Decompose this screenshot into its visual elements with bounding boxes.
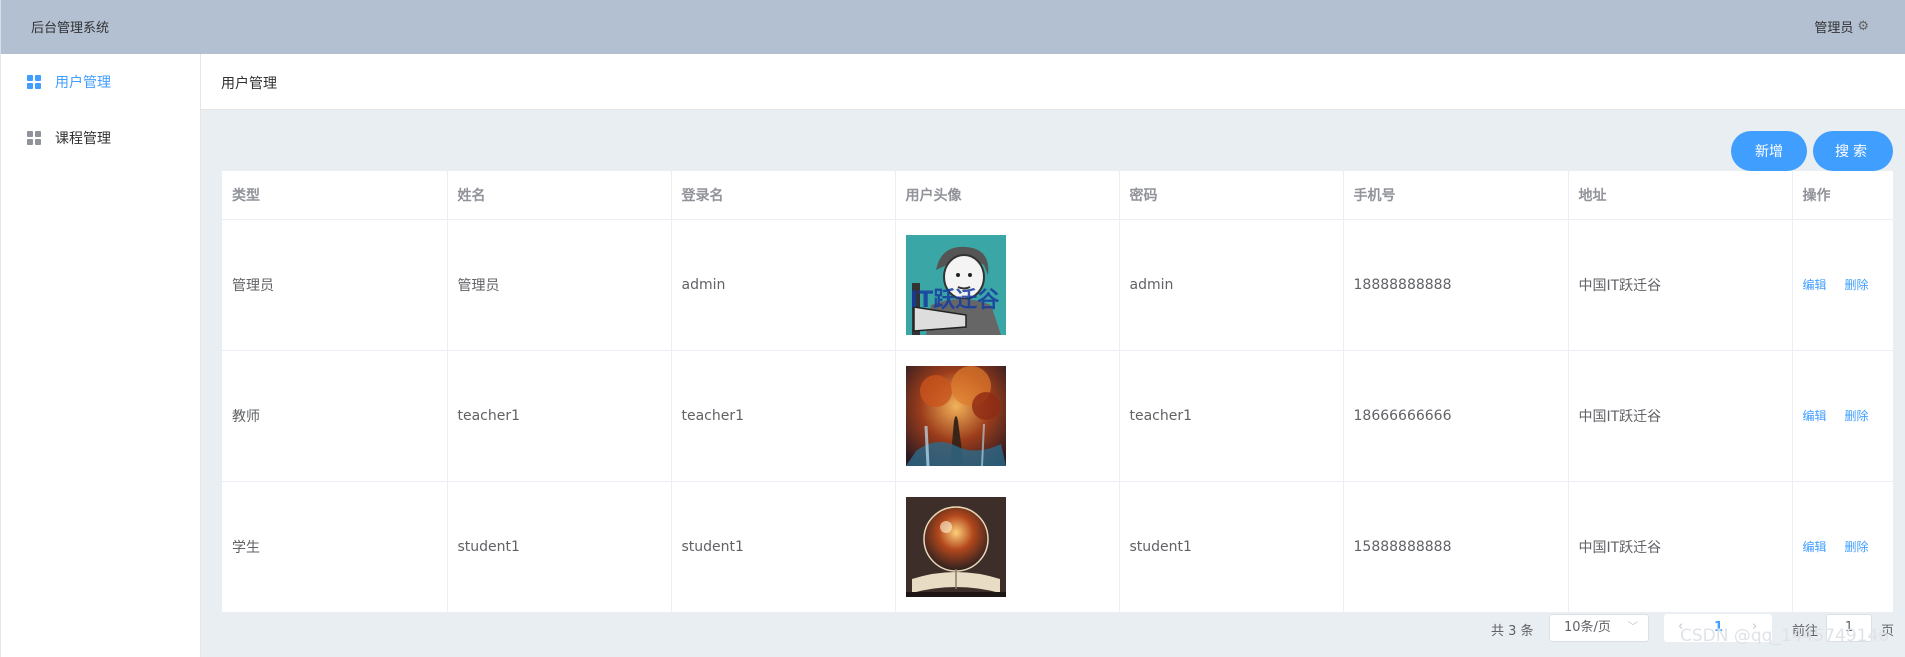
main-content: 用户管理 新增 搜索 类型 姓名 登录名 用户头像 密码 手机号 地址 操作 管… — [201, 54, 1905, 657]
grid-icon — [27, 131, 41, 145]
cell-login: student1 — [671, 481, 896, 613]
cell-type: 管理员 — [222, 219, 448, 351]
column-header-type: 类型 — [222, 171, 448, 220]
cell-actions: 编辑 删除 — [1792, 481, 1893, 613]
delete-link[interactable]: 删除 — [1845, 409, 1869, 423]
cell-address: 中国IT跃迁谷 — [1568, 350, 1793, 482]
table-row: 学生 student1 student1 student1 1588888888… — [222, 481, 1893, 613]
cell-password: admin — [1119, 219, 1344, 351]
delete-link[interactable]: 删除 — [1845, 278, 1869, 292]
svg-text:IT跃迁谷: IT跃迁谷 — [910, 288, 1000, 313]
delete-link[interactable]: 删除 — [1845, 540, 1869, 554]
sidebar: 用户管理 课程管理 — [0, 54, 201, 657]
table-row: 教师 teacher1 teacher1 teacher1 1866666666… — [222, 350, 1893, 482]
cell-avatar — [895, 481, 1120, 613]
page-size-value: 10条/页 — [1564, 620, 1611, 635]
cell-actions: 编辑 删除 — [1792, 350, 1893, 482]
search-button[interactable]: 搜索 — [1813, 131, 1893, 171]
user-menu[interactable]: 管理员 ⚙ — [1814, 17, 1869, 36]
breadcrumb: 用户管理 — [201, 54, 1905, 110]
cartoon-avatar-image: IT跃迁谷 — [905, 234, 1006, 335]
user-table: 类型 姓名 登录名 用户头像 密码 手机号 地址 操作 管理员 管理员 admi… — [222, 171, 1893, 613]
edit-link[interactable]: 编辑 — [1803, 409, 1827, 423]
column-header-name: 姓名 — [447, 171, 672, 220]
top-header: 后台管理系统 管理员 ⚙ — [0, 0, 1905, 54]
cell-avatar: IT跃迁谷 — [895, 219, 1120, 351]
cell-phone: 15888888888 — [1343, 481, 1569, 613]
cell-name: student1 — [447, 481, 672, 613]
cell-phone: 18888888888 — [1343, 219, 1569, 351]
page-size-select[interactable]: 10条/页 ﹀ — [1549, 614, 1649, 642]
cell-address: 中国IT跃迁谷 — [1568, 219, 1793, 351]
column-header-login: 登录名 — [671, 171, 896, 220]
breadcrumb-current: 用户管理 — [221, 76, 277, 92]
cell-address: 中国IT跃迁谷 — [1568, 481, 1793, 613]
user-name: 管理员 — [1814, 21, 1854, 36]
cell-name: 管理员 — [447, 219, 672, 351]
sidebar-item-label: 课程管理 — [55, 131, 111, 147]
cell-login: admin — [671, 219, 896, 351]
cell-phone: 18666666666 — [1343, 350, 1569, 482]
cell-password: teacher1 — [1119, 350, 1344, 482]
column-header-address: 地址 — [1568, 171, 1793, 220]
cell-login: teacher1 — [671, 350, 896, 482]
grid-icon — [27, 75, 41, 89]
watermark: CSDN @qq_1445749146 — [1680, 626, 1890, 646]
add-button[interactable]: 新增 — [1731, 131, 1807, 171]
app-title: 后台管理系统 — [31, 21, 110, 36]
table-row: 管理员 管理员 admin IT跃迁谷 admin 18888888888 中国… — [222, 219, 1893, 351]
sidebar-item-course-management[interactable]: 课程管理 — [1, 110, 201, 166]
crystal-ball-image — [905, 496, 1006, 597]
edit-link[interactable]: 编辑 — [1803, 540, 1827, 554]
sidebar-item-user-management[interactable]: 用户管理 — [1, 54, 201, 110]
gear-icon[interactable]: ⚙ — [1857, 19, 1869, 34]
cell-avatar — [895, 350, 1120, 482]
cell-password: student1 — [1119, 481, 1344, 613]
column-header-phone: 手机号 — [1343, 171, 1569, 220]
cell-name: teacher1 — [447, 350, 672, 482]
column-header-avatar: 用户头像 — [895, 171, 1120, 220]
pagination-total: 共 3 条 — [1491, 624, 1534, 639]
sidebar-item-label: 用户管理 — [55, 75, 111, 91]
edit-link[interactable]: 编辑 — [1803, 278, 1827, 292]
column-header-password: 密码 — [1119, 171, 1344, 220]
cell-type: 教师 — [222, 350, 448, 482]
cell-actions: 编辑 删除 — [1792, 219, 1893, 351]
pagination: 共 3 条 10条/页 ﹀ ‹ 1 › 前往 1 页 — [201, 614, 1905, 642]
tree-painting-image — [905, 365, 1006, 466]
column-header-actions: 操作 — [1792, 171, 1893, 220]
table-header-row: 类型 姓名 登录名 用户头像 密码 手机号 地址 操作 — [222, 171, 1893, 220]
chevron-down-icon: ﹀ — [1628, 622, 1638, 633]
cell-type: 学生 — [222, 481, 448, 613]
